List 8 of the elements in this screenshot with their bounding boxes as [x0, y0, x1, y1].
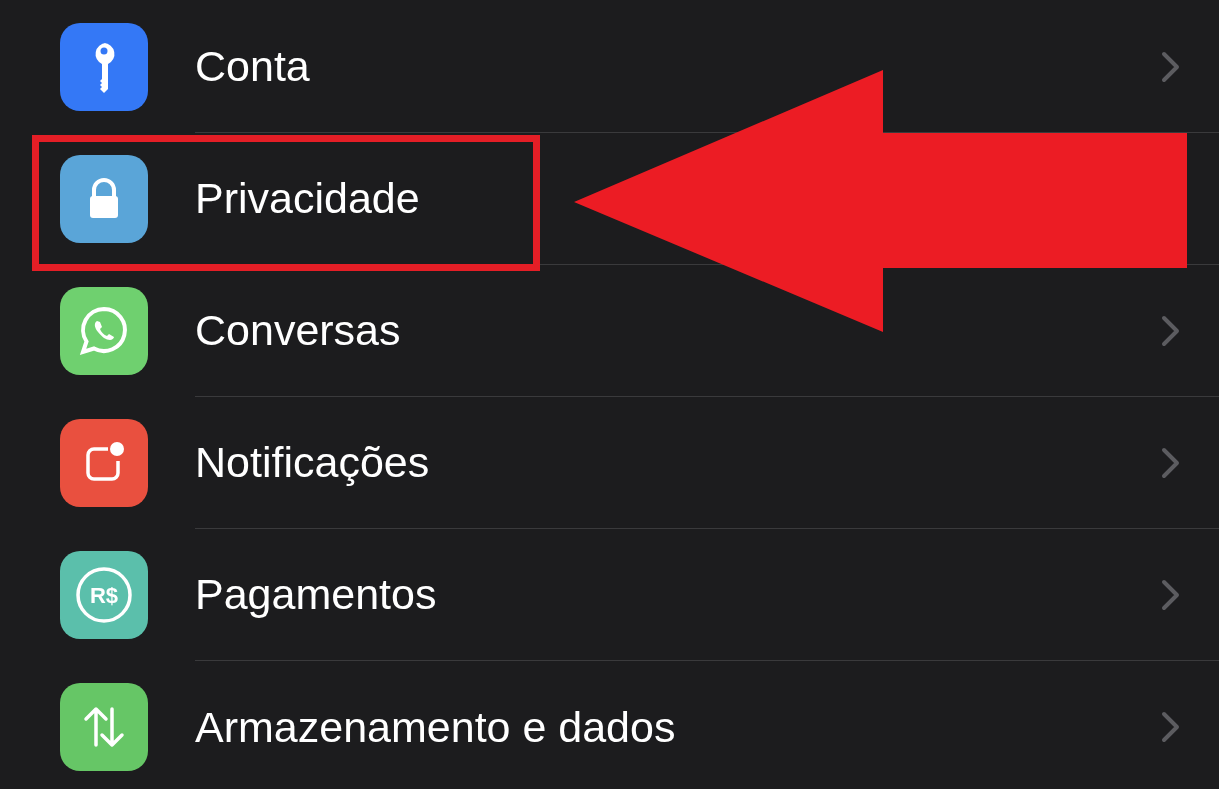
menu-item-label[interactable]: Conversas	[195, 306, 401, 355]
menu-item-label[interactable]: Notificações	[195, 438, 430, 487]
currency-icon: R$	[74, 565, 134, 625]
menu-item-label[interactable]: Pagamentos	[195, 570, 437, 619]
menu-item-label[interactable]: Armazenamento e dados	[195, 702, 676, 752]
menu-item-label[interactable]: Conta	[195, 42, 310, 91]
menu-item-label[interactable]: Privacidade	[195, 174, 420, 223]
arrow-icon	[572, 68, 1188, 334]
